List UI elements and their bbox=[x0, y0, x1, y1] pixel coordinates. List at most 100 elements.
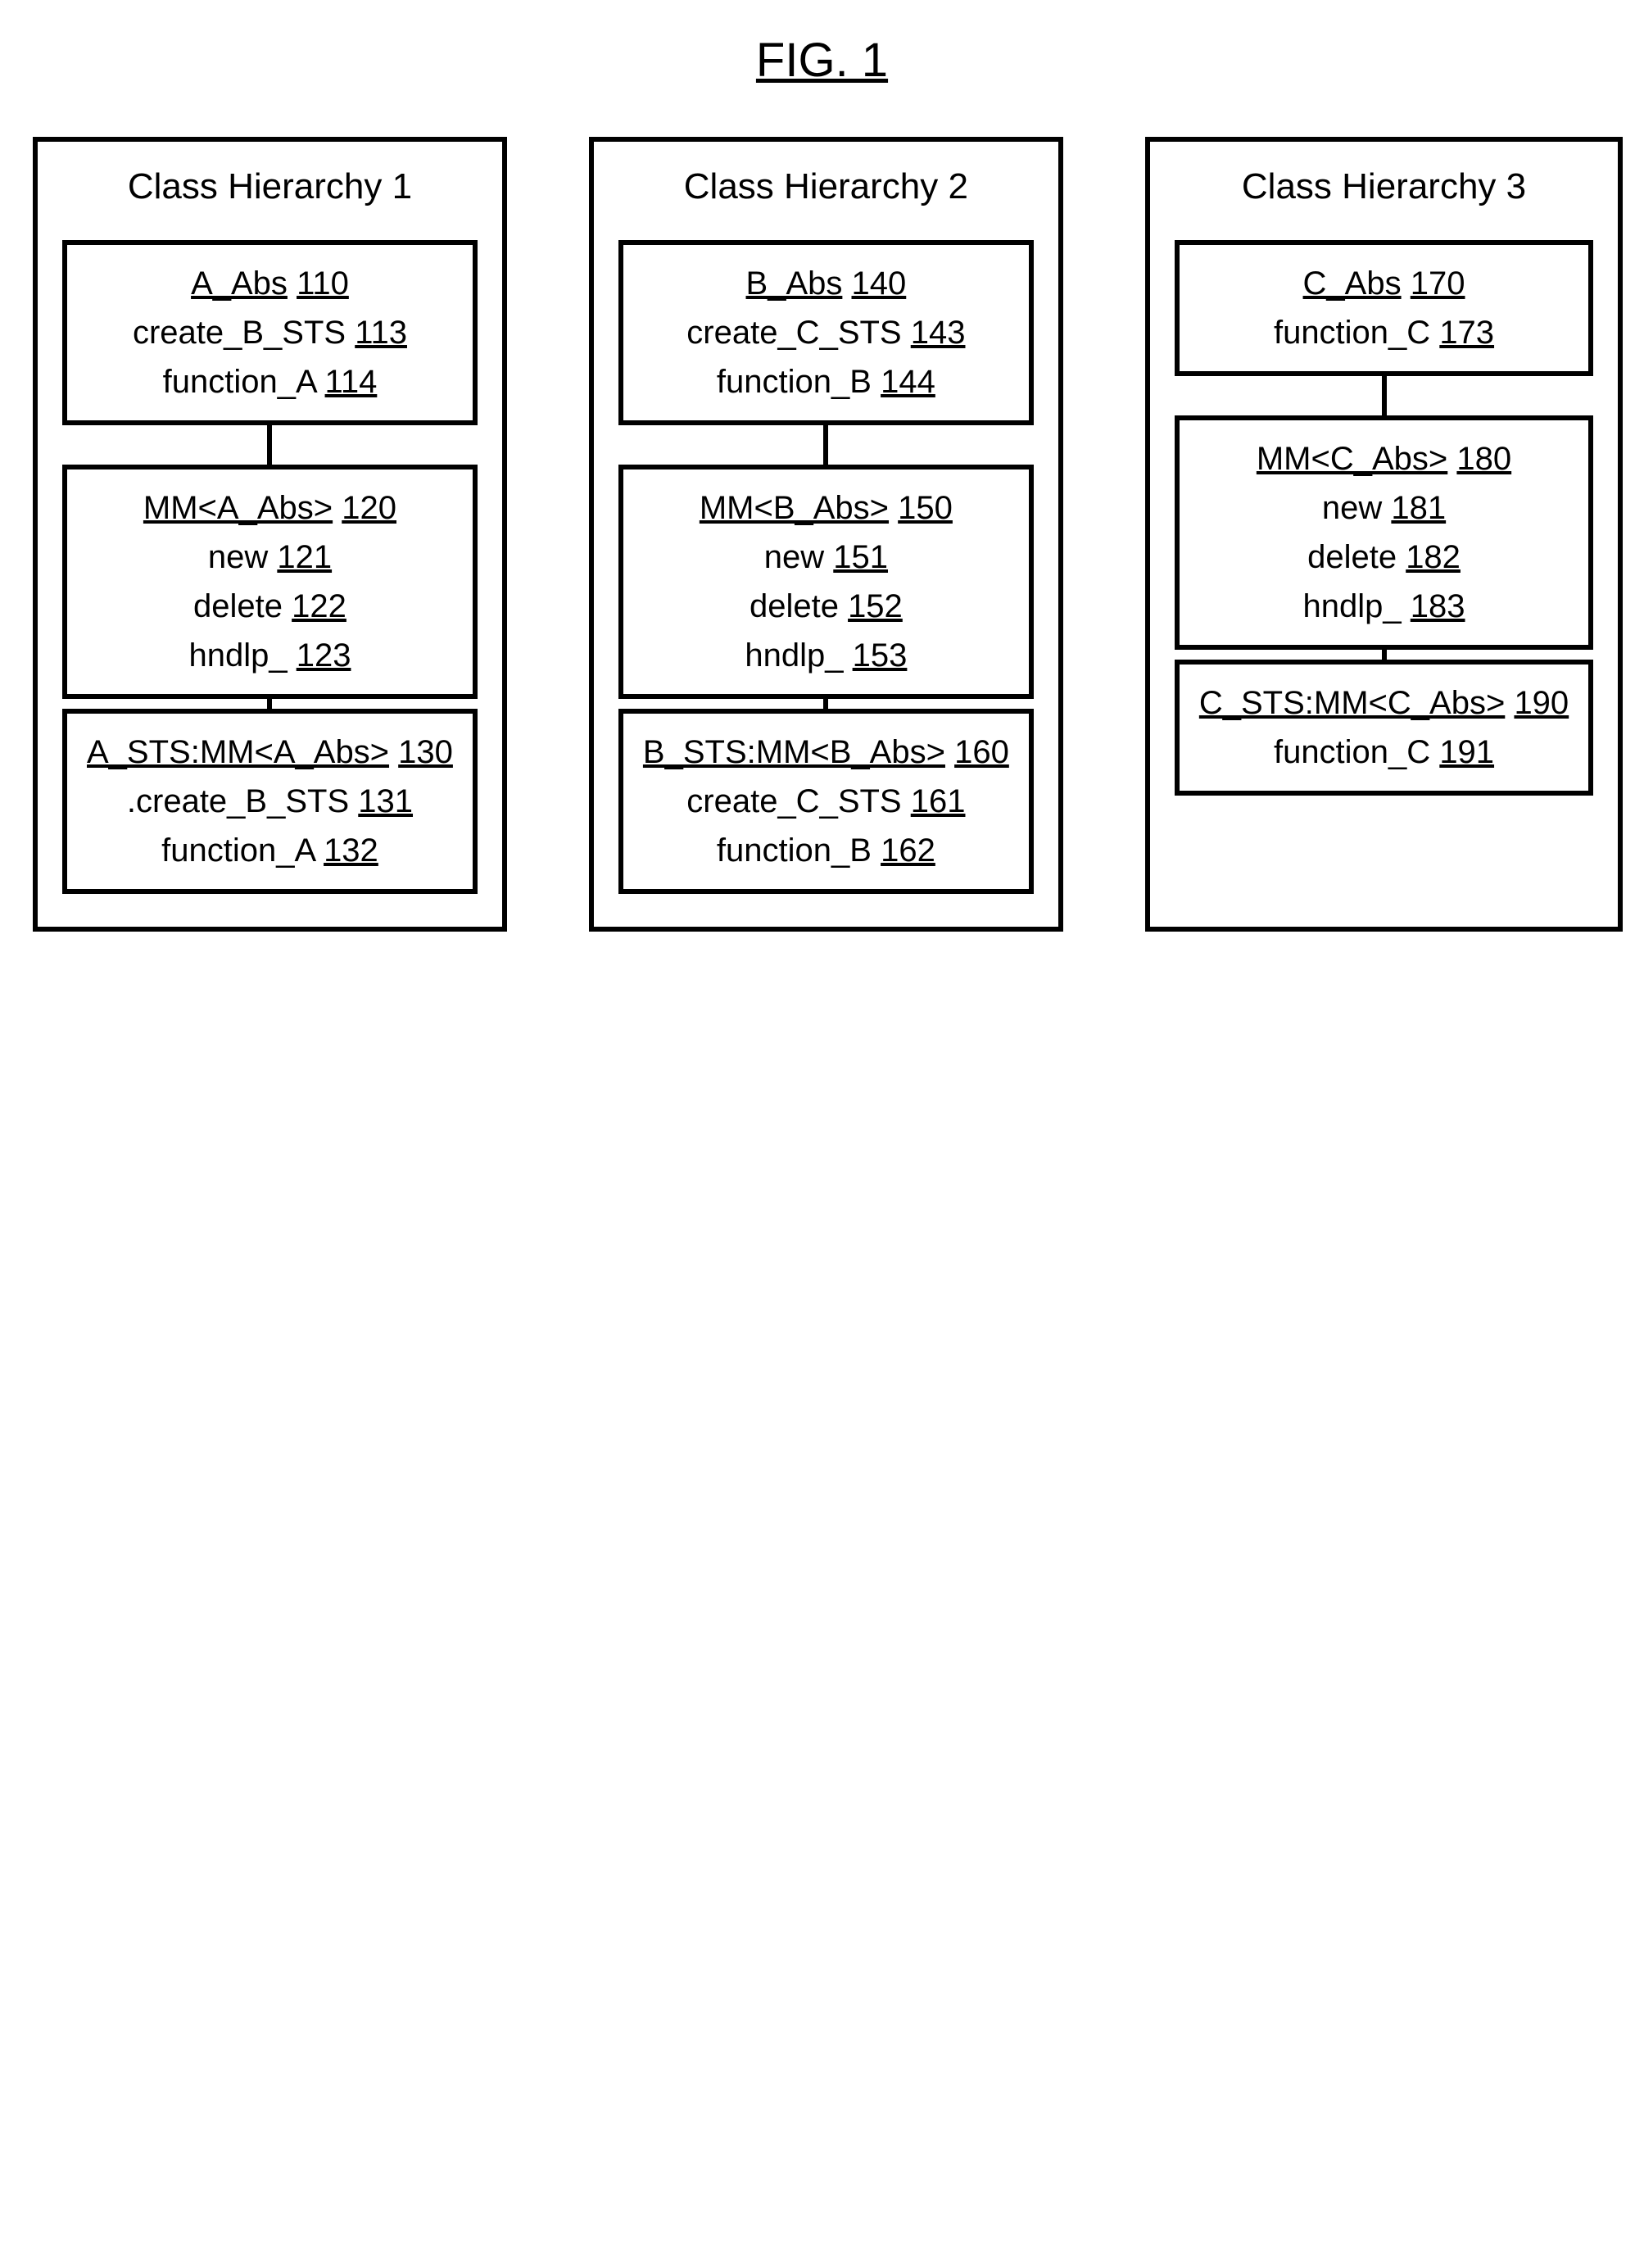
member-ref: 113 bbox=[355, 315, 407, 351]
class-header: A_Abs 110 bbox=[191, 263, 349, 304]
member-label: function_A bbox=[161, 832, 315, 869]
class-header: B_STS:MM<B_Abs> 160 bbox=[643, 732, 1009, 773]
class-box-a-sts: A_STS:MM<A_Abs> 130 .create_B_STS 131 fu… bbox=[62, 709, 478, 894]
member-label: create_C_STS bbox=[686, 783, 901, 819]
member-label: .create_B_STS bbox=[127, 783, 349, 819]
member-ref: 121 bbox=[277, 539, 332, 575]
class-ref: 180 bbox=[1456, 441, 1511, 477]
class-box-c-abs: C_Abs 170 function_C 173 bbox=[1175, 240, 1593, 376]
class-box-b-abs: B_Abs 140 create_C_STS 143 function_B 14… bbox=[618, 240, 1034, 425]
inheritance-connector bbox=[823, 699, 828, 709]
hierarchy-title: Class Hierarchy 2 bbox=[684, 166, 968, 207]
member-ref: 191 bbox=[1439, 734, 1494, 770]
class-header: B_Abs 140 bbox=[746, 263, 907, 304]
member-ref: 162 bbox=[881, 832, 935, 869]
class-box-mm-b-abs: MM<B_Abs> 150 new 151 delete 152 hndlp_ … bbox=[618, 465, 1034, 699]
class-hierarchy-2: Class Hierarchy 2 B_Abs 140 create_C_STS… bbox=[589, 137, 1063, 932]
member-label: function_B bbox=[717, 364, 872, 400]
class-box-mm-c-abs: MM<C_Abs> 180 new 181 delete 182 hndlp_ … bbox=[1175, 415, 1593, 650]
class-member: hndlp_ 123 bbox=[188, 635, 351, 676]
member-label: delete bbox=[750, 588, 839, 624]
member-label: function_B bbox=[717, 832, 872, 869]
class-box-mm-a-abs: MM<A_Abs> 120 new 121 delete 122 hndlp_ … bbox=[62, 465, 478, 699]
member-label: function_C bbox=[1274, 734, 1430, 770]
class-ref: 160 bbox=[954, 734, 1009, 770]
inheritance-connector bbox=[267, 425, 272, 465]
class-ref: 140 bbox=[852, 265, 907, 302]
member-ref: 152 bbox=[848, 588, 903, 624]
class-name-label: MM<A_Abs> bbox=[143, 490, 333, 526]
member-ref: 143 bbox=[911, 315, 966, 351]
class-box-c-sts: C_STS:MM<C_Abs> 190 function_C 191 bbox=[1175, 660, 1593, 796]
class-header: MM<C_Abs> 180 bbox=[1257, 438, 1511, 479]
class-member: hndlp_ 153 bbox=[745, 635, 907, 676]
class-name-label: MM<C_Abs> bbox=[1257, 441, 1447, 477]
class-ref: 110 bbox=[297, 265, 349, 302]
class-name-label: A_Abs bbox=[191, 265, 288, 302]
inheritance-connector bbox=[1382, 650, 1387, 660]
class-header: C_STS:MM<C_Abs> 190 bbox=[1199, 683, 1569, 723]
class-member: new 121 bbox=[208, 537, 332, 578]
hierarchies-container: Class Hierarchy 1 A_Abs 110 create_B_STS… bbox=[33, 137, 1611, 932]
class-header: A_STS:MM<A_Abs> 130 bbox=[87, 732, 453, 773]
member-label: create_C_STS bbox=[686, 315, 901, 351]
member-ref: 131 bbox=[358, 783, 413, 819]
class-member: delete 152 bbox=[750, 586, 903, 627]
class-ref: 190 bbox=[1514, 685, 1569, 721]
member-ref: 161 bbox=[911, 783, 966, 819]
class-header: MM<A_Abs> 120 bbox=[143, 488, 396, 528]
member-ref: 182 bbox=[1406, 539, 1461, 575]
member-ref: 153 bbox=[853, 637, 908, 674]
member-label: hndlp_ bbox=[745, 637, 843, 674]
member-label: create_B_STS bbox=[133, 315, 346, 351]
member-ref: 151 bbox=[833, 539, 888, 575]
class-member: function_A 132 bbox=[161, 830, 378, 871]
class-member: function_B 162 bbox=[717, 830, 935, 871]
class-member: create_C_STS 161 bbox=[686, 781, 965, 822]
member-ref: 123 bbox=[297, 637, 351, 674]
class-ref: 120 bbox=[342, 490, 396, 526]
member-label: function_C bbox=[1274, 315, 1430, 351]
member-ref: 173 bbox=[1439, 315, 1494, 351]
class-member: delete 182 bbox=[1307, 537, 1461, 578]
member-label: hndlp_ bbox=[188, 637, 287, 674]
member-label: function_A bbox=[163, 364, 316, 400]
member-label: delete bbox=[1307, 539, 1397, 575]
figure-title: FIG. 1 bbox=[33, 33, 1611, 88]
member-ref: 114 bbox=[325, 364, 378, 400]
class-member: function_C 173 bbox=[1274, 312, 1494, 353]
class-name-label: MM<B_Abs> bbox=[700, 490, 889, 526]
member-label: new bbox=[1322, 490, 1382, 526]
class-member: new 181 bbox=[1322, 488, 1446, 528]
class-member: create_B_STS 113 bbox=[133, 312, 407, 353]
class-member: function_A 114 bbox=[163, 361, 378, 402]
member-ref: 144 bbox=[881, 364, 935, 400]
class-box-b-sts: B_STS:MM<B_Abs> 160 create_C_STS 161 fun… bbox=[618, 709, 1034, 894]
class-name-label: B_STS:MM<B_Abs> bbox=[643, 734, 945, 770]
class-ref: 170 bbox=[1411, 265, 1465, 302]
class-hierarchy-3: Class Hierarchy 3 C_Abs 170 function_C 1… bbox=[1145, 137, 1623, 932]
class-ref: 150 bbox=[898, 490, 953, 526]
member-ref: 183 bbox=[1411, 588, 1465, 624]
class-member: .create_B_STS 131 bbox=[127, 781, 413, 822]
member-label: new bbox=[208, 539, 268, 575]
class-hierarchy-1: Class Hierarchy 1 A_Abs 110 create_B_STS… bbox=[33, 137, 507, 932]
class-ref: 130 bbox=[398, 734, 453, 770]
member-ref: 132 bbox=[324, 832, 378, 869]
inheritance-connector bbox=[1382, 376, 1387, 415]
class-name-label: B_Abs bbox=[746, 265, 843, 302]
inheritance-connector bbox=[267, 699, 272, 709]
class-member: create_C_STS 143 bbox=[686, 312, 965, 353]
class-member: new 151 bbox=[764, 537, 888, 578]
member-label: new bbox=[764, 539, 824, 575]
class-header: C_Abs 170 bbox=[1303, 263, 1465, 304]
class-member: function_C 191 bbox=[1274, 732, 1494, 773]
class-member: hndlp_ 183 bbox=[1303, 586, 1465, 627]
inheritance-connector bbox=[823, 425, 828, 465]
class-member: function_B 144 bbox=[717, 361, 935, 402]
member-label: hndlp_ bbox=[1303, 588, 1402, 624]
class-name-label: C_STS:MM<C_Abs> bbox=[1199, 685, 1505, 721]
class-header: MM<B_Abs> 150 bbox=[700, 488, 953, 528]
class-member: delete 122 bbox=[193, 586, 346, 627]
class-name-label: A_STS:MM<A_Abs> bbox=[87, 734, 389, 770]
